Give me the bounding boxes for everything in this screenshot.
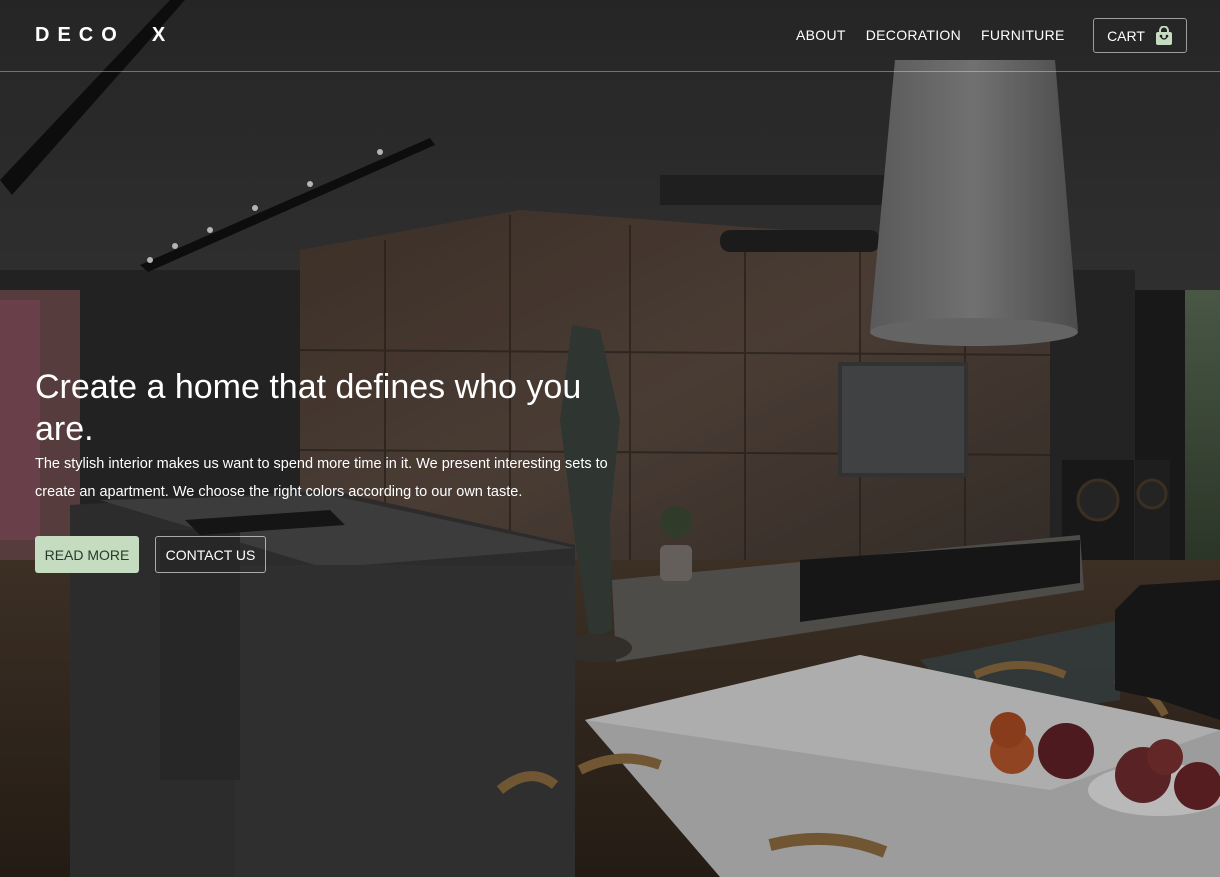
cart-label: CART <box>1107 27 1145 44</box>
main-nav: ABOUT DECORATION FURNITURE <box>796 27 1065 43</box>
hero-description: The stylish interior makes us want to sp… <box>35 456 608 500</box>
site-header: DECO X ABOUT DECORATION FURNITURE CART <box>0 0 1220 72</box>
read-more-button[interactable]: READ MORE <box>35 536 139 573</box>
cart-button[interactable]: CART <box>1093 18 1187 53</box>
nav-item-furniture[interactable]: FURNITURE <box>981 27 1065 43</box>
hero-headline: Create a home that defines who you are. <box>35 368 582 448</box>
contact-us-button[interactable]: CONTACT US <box>155 536 266 573</box>
hero-section: DECO X ABOUT DECORATION FURNITURE CART C… <box>0 0 1220 877</box>
nav-item-about[interactable]: ABOUT <box>796 27 846 43</box>
nav-item-decoration[interactable]: DECORATION <box>866 27 961 43</box>
shopping-bag-icon <box>1155 25 1173 46</box>
brand-logo[interactable]: DECO X <box>35 24 173 47</box>
